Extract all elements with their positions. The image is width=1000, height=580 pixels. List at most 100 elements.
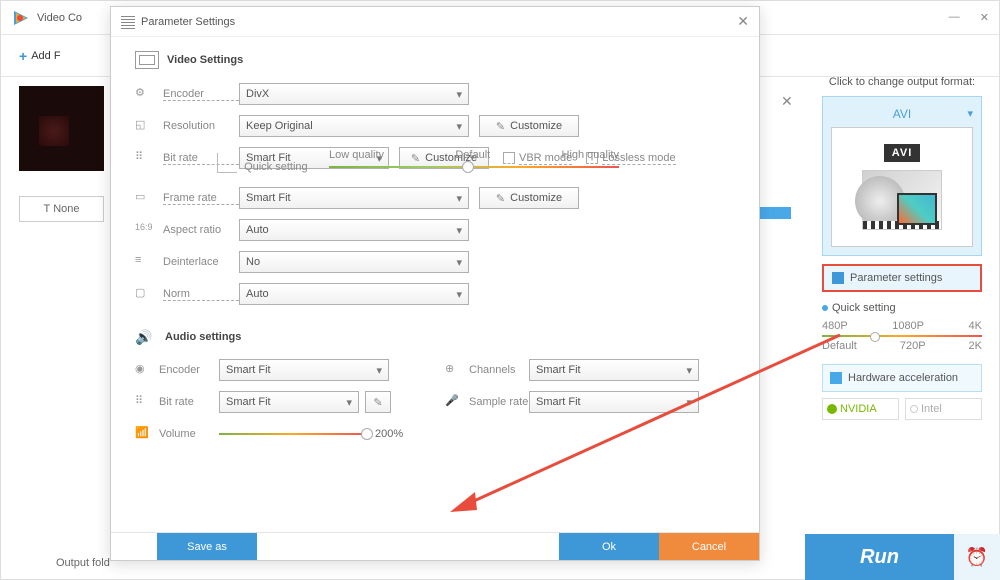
parameter-settings-modal: Parameter Settings ✕ Video Settings ⚙ En… bbox=[110, 6, 760, 561]
item-close-icon[interactable]: ✕ bbox=[781, 93, 793, 110]
chip-icon bbox=[830, 372, 842, 384]
deinterlace-label: Deinterlace bbox=[163, 256, 239, 268]
subtitle-none-button[interactable]: T None bbox=[19, 196, 104, 222]
resolution-customize-button[interactable]: ✎Customize bbox=[479, 115, 579, 137]
intel-card[interactable]: Intel bbox=[905, 398, 982, 420]
app-logo-icon bbox=[11, 8, 31, 28]
framerate-dropdown[interactable]: Smart Fit▾ bbox=[239, 187, 469, 209]
audio-bitrate-label: Bit rate bbox=[159, 396, 219, 408]
chevron-down-icon: ▾ bbox=[456, 256, 462, 269]
avi-art-icon bbox=[862, 170, 942, 230]
encoder-label: Encoder bbox=[163, 88, 239, 101]
customize-label: Customize bbox=[510, 120, 562, 132]
norm-row: ▢ Norm Auto ▾ bbox=[135, 283, 735, 305]
aspect-icon: 16:9 bbox=[135, 222, 151, 238]
channels-value: Smart Fit bbox=[536, 364, 581, 376]
audio-bitrate-edit-button[interactable]: ✎ bbox=[365, 391, 391, 413]
resolution-value: Keep Original bbox=[246, 120, 313, 132]
audio-encoder-dropdown[interactable]: Smart Fit▾ bbox=[219, 359, 389, 381]
aspect-label: Aspect ratio bbox=[163, 224, 239, 236]
quick-label: Quick setting bbox=[244, 161, 308, 173]
volume-icon: 📶 bbox=[135, 426, 151, 442]
encoder-dropdown[interactable]: DivX▾ bbox=[239, 83, 469, 105]
audio-bitrate-dropdown[interactable]: Smart Fit▾ bbox=[219, 391, 359, 413]
aspect-value: Auto bbox=[246, 224, 269, 236]
pencil-icon: ✎ bbox=[496, 192, 505, 205]
channels-icon: ⊕ bbox=[445, 362, 461, 378]
plus-icon: + bbox=[19, 48, 27, 64]
deinterlace-row: ≡ Deinterlace No ▾ bbox=[135, 251, 735, 273]
samplerate-icon: 🎤 bbox=[445, 394, 461, 410]
close-icon[interactable]: ✕ bbox=[980, 11, 989, 24]
norm-icon: ▢ bbox=[135, 286, 151, 302]
audio-bitrate-icon: ⠿ bbox=[135, 394, 151, 410]
encoder-row: ⚙ Encoder DivX▾ bbox=[135, 83, 735, 105]
save-as-button[interactable]: Save as bbox=[157, 533, 257, 560]
audio-section-header: Audio settings bbox=[135, 329, 735, 345]
video-thumbnail[interactable] bbox=[19, 86, 104, 171]
video-section-label: Video Settings bbox=[167, 54, 243, 66]
resolution-row: ◱ Resolution Keep Original▾ ✎Customize bbox=[135, 115, 735, 137]
modal-close-icon[interactable]: ✕ bbox=[737, 13, 749, 30]
quality-slider[interactable] bbox=[329, 166, 619, 168]
quick-setting-label: Quick setting bbox=[832, 302, 896, 314]
nvidia-label: NVIDIA bbox=[840, 403, 877, 415]
resolution-icon: ◱ bbox=[135, 118, 151, 134]
schedule-icon[interactable]: ⏰ bbox=[954, 534, 1000, 580]
quick-setting-panel: Quick setting 480P1080P4K Default720P2K bbox=[822, 302, 982, 352]
volume-slider[interactable] bbox=[219, 433, 367, 435]
minimize-icon[interactable]: — bbox=[949, 11, 960, 24]
video-section-header: Video Settings bbox=[135, 51, 735, 69]
chevron-down-icon: ▾ bbox=[967, 107, 973, 120]
channels-dropdown[interactable]: Smart Fit▾ bbox=[529, 359, 699, 381]
audio-bitrate-value: Smart Fit bbox=[226, 396, 271, 408]
volume-value: 200% bbox=[375, 428, 403, 440]
preset: 720P bbox=[900, 340, 926, 352]
hardware-acceleration-button[interactable]: Hardware acceleration bbox=[822, 364, 982, 392]
add-file-button[interactable]: + Add F bbox=[19, 48, 61, 64]
resolution-label: Resolution bbox=[163, 120, 239, 132]
framerate-customize-button[interactable]: ✎Customize bbox=[479, 187, 579, 209]
channels-label: Channels bbox=[469, 364, 529, 376]
preset: 2K bbox=[969, 340, 982, 352]
nvidia-card[interactable]: NVIDIA bbox=[822, 398, 899, 420]
parameter-settings-button[interactable]: Parameter settings bbox=[822, 264, 982, 292]
aspect-row: 16:9 Aspect ratio Auto▾ bbox=[135, 219, 735, 241]
audio-section: Audio settings ◉ Encoder Smart Fit▾ ⊕ Ch… bbox=[135, 329, 735, 445]
high-label: High quality bbox=[562, 149, 619, 161]
format-selector[interactable]: AVI ▾ AVI bbox=[822, 96, 982, 256]
output-format-label: Click to change output format: bbox=[822, 76, 982, 88]
norm-value: Auto bbox=[246, 288, 269, 300]
samplerate-dropdown[interactable]: Smart Fit▾ bbox=[529, 391, 699, 413]
volume-row: 📶 Volume 200% bbox=[135, 423, 735, 445]
cancel-button[interactable]: Cancel bbox=[659, 533, 759, 560]
deinterlace-value: No bbox=[246, 256, 260, 268]
settings-icon bbox=[121, 15, 135, 29]
quality-scale[interactable]: 480P1080P4K Default720P2K bbox=[822, 320, 982, 352]
audio-encoder-row: ◉ Encoder Smart Fit▾ ⊕ Channels Smart Fi… bbox=[135, 359, 735, 381]
bullet-icon bbox=[822, 305, 828, 311]
text-icon: T bbox=[43, 203, 50, 215]
low-label: Low quality bbox=[329, 149, 384, 161]
deinterlace-dropdown[interactable]: No ▾ bbox=[239, 251, 469, 273]
norm-dropdown[interactable]: Auto ▾ bbox=[239, 283, 469, 305]
run-button[interactable]: Run bbox=[805, 534, 954, 580]
default-label: Default bbox=[455, 149, 490, 161]
parameter-settings-label: Parameter settings bbox=[850, 272, 942, 284]
format-name: AVI bbox=[831, 107, 973, 121]
none-label: None bbox=[53, 203, 79, 215]
intel-label: Intel bbox=[921, 403, 942, 415]
intel-icon bbox=[910, 405, 918, 413]
ok-button[interactable]: Ok bbox=[559, 533, 659, 560]
norm-label: Norm bbox=[163, 288, 239, 301]
deinterlace-icon: ≡ bbox=[135, 254, 151, 270]
aspect-dropdown[interactable]: Auto▾ bbox=[239, 219, 469, 241]
elbow-connector bbox=[217, 153, 237, 173]
sliders-icon bbox=[832, 272, 844, 284]
framerate-row: ▭ Frame rate Smart Fit▾ ✎Customize bbox=[135, 187, 735, 209]
chevron-down-icon: ▾ bbox=[456, 288, 462, 301]
modal-footer: Save as Ok Cancel bbox=[111, 532, 759, 560]
modal-body: Video Settings ⚙ Encoder DivX▾ ◱ Resolut… bbox=[111, 37, 759, 517]
gpu-row: NVIDIA Intel bbox=[822, 398, 982, 420]
resolution-dropdown[interactable]: Keep Original▾ bbox=[239, 115, 469, 137]
